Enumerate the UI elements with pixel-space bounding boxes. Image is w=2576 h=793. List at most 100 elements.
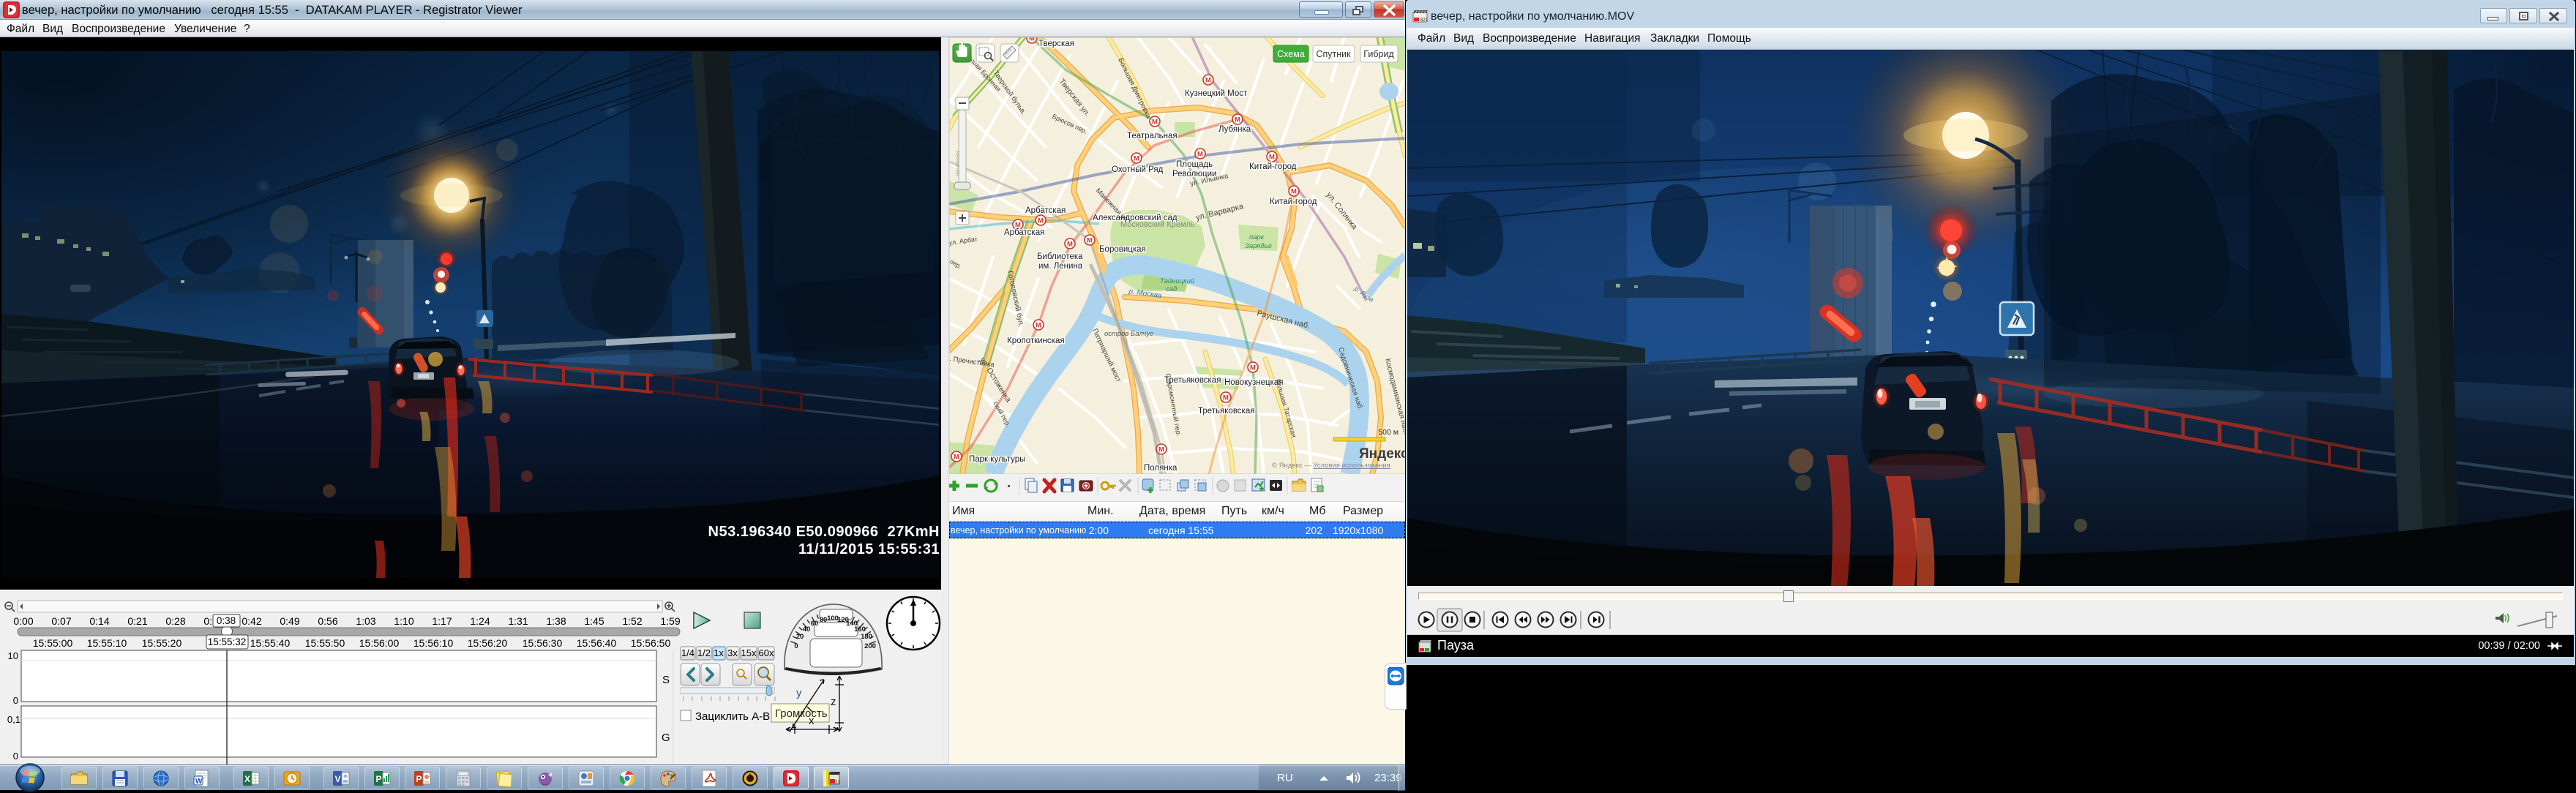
svg-text:N53.196340 E50.090966 27KmH: N53.196340 E50.090966 27KmH: [708, 524, 940, 540]
svg-text:Китай-город: Китай-город: [1249, 162, 1297, 171]
svg-text:S: S: [662, 674, 670, 686]
svg-text:М: М: [1205, 77, 1211, 85]
svg-text:© Яндекс — Условия использован: © Яндекс — Условия использования: [1272, 462, 1390, 470]
svg-text:15:56:10: 15:56:10: [413, 637, 454, 649]
svg-text:1:38: 1:38: [546, 615, 566, 627]
svg-text:остров Балчуг: остров Балчуг: [1104, 330, 1153, 338]
svg-text:P: P: [376, 774, 382, 784]
svg-text:Площадь: Площадь: [1176, 160, 1213, 169]
svg-text:21: 21: [835, 781, 840, 785]
svg-text:М: М: [1038, 217, 1044, 225]
svg-text:500 м: 500 м: [1378, 428, 1399, 437]
svg-text:Тверская: Тверская: [1038, 40, 1074, 48]
svg-text:Китай-город: Китай-город: [1270, 198, 1317, 206]
svg-text:1:03: 1:03: [356, 615, 375, 627]
svg-text:60: 60: [811, 620, 819, 628]
svg-text:0: 0: [794, 642, 798, 650]
svg-text:0:56: 0:56: [318, 615, 337, 627]
svg-text:1:17: 1:17: [432, 615, 452, 627]
svg-text:ннннннн: ннннннн: [954, 151, 961, 176]
svg-text:180: 180: [861, 633, 872, 641]
svg-text:Арбатская: Арбатская: [1025, 206, 1066, 215]
svg-text:М: М: [1250, 364, 1256, 372]
svg-text:М: М: [1223, 394, 1229, 402]
svg-text:М: М: [1235, 116, 1240, 124]
svg-text:15:56:40: 15:56:40: [577, 637, 617, 649]
svg-text:15:56:20: 15:56:20: [468, 637, 508, 649]
svg-text:Схема: Схема: [1277, 49, 1305, 59]
svg-text:1:45: 1:45: [584, 615, 604, 627]
svg-text:1:59: 1:59: [660, 615, 680, 627]
svg-text:М: М: [1269, 154, 1275, 162]
svg-text:0:28: 0:28: [165, 615, 185, 627]
svg-text:сад: сад: [1166, 285, 1177, 293]
svg-text:1:24: 1:24: [470, 615, 490, 627]
svg-text:М: М: [1158, 446, 1164, 454]
svg-text:0:38: 0:38: [217, 615, 236, 626]
svg-text:0:49: 0:49: [280, 615, 299, 627]
svg-text:15x: 15x: [741, 647, 757, 658]
svg-text:15:55:10: 15:55:10: [87, 637, 127, 649]
svg-text:0:14: 0:14: [89, 615, 109, 627]
svg-text:Лубянка: Лубянка: [1218, 125, 1251, 134]
svg-text:10: 10: [8, 650, 18, 661]
svg-text:Московский Кремль: Московский Кремль: [1120, 220, 1195, 229]
svg-text:М: М: [1197, 151, 1203, 159]
svg-text:им. Ленина: им. Ленина: [1038, 262, 1083, 271]
svg-text:z: z: [831, 696, 836, 708]
svg-text:Боровицкая: Боровицкая: [1099, 245, 1146, 254]
svg-text:Яндекс: Яндекс: [1359, 446, 1405, 462]
svg-text:15:55:20: 15:55:20: [142, 637, 182, 649]
svg-text:Полянка: Полянка: [1144, 464, 1177, 473]
svg-text:0:21: 0:21: [127, 615, 147, 627]
svg-text:Арбатская: Арбатская: [1004, 228, 1044, 237]
svg-text:11/11/2015 15:55:31: 11/11/2015 15:55:31: [798, 541, 940, 557]
svg-text:М: М: [1134, 155, 1139, 163]
svg-text:Кузнецкий Мост: Кузнецкий Мост: [1185, 89, 1248, 98]
svg-text:1/4: 1/4: [681, 647, 694, 658]
svg-text:V: V: [335, 774, 341, 784]
svg-text:М: М: [1029, 37, 1035, 43]
svg-text:Гибрид: Гибрид: [1363, 49, 1394, 59]
svg-text:1x: 1x: [714, 647, 724, 658]
svg-text:80: 80: [820, 616, 828, 624]
svg-text:Зациклить A-B: Зациклить A-B: [695, 710, 770, 723]
svg-text:М: М: [1036, 322, 1041, 330]
svg-text:15:55:00: 15:55:00: [33, 637, 73, 649]
svg-text:1:31: 1:31: [508, 615, 528, 627]
svg-text:Библиотека: Библиотека: [1037, 252, 1083, 261]
svg-text:М: М: [1152, 119, 1158, 127]
svg-text:0:00: 0:00: [13, 615, 33, 627]
svg-text:20: 20: [796, 633, 804, 641]
svg-text:40: 40: [803, 625, 811, 634]
svg-text:Третьяковская: Третьяковская: [1198, 407, 1254, 416]
svg-text:Зарядье: Зарядье: [1245, 242, 1272, 250]
svg-text:М: М: [1291, 188, 1297, 196]
svg-text:15:56:30: 15:56:30: [523, 637, 563, 649]
svg-text:парк: парк: [1249, 233, 1265, 241]
svg-text:Охотный Ряд: Охотный Ряд: [1112, 165, 1164, 174]
svg-text:М: М: [954, 454, 959, 462]
svg-text:X: X: [244, 774, 250, 784]
svg-text:Тайницкий: Тайницкий: [1160, 277, 1195, 285]
svg-text:15:56:00: 15:56:00: [359, 637, 400, 649]
svg-text:15:55:40: 15:55:40: [250, 637, 291, 649]
svg-text:P: P: [416, 774, 422, 784]
svg-text:1/2: 1/2: [697, 647, 711, 658]
svg-text:3x: 3x: [727, 647, 738, 658]
svg-text:Театральная: Театральная: [1127, 132, 1177, 140]
svg-text:0:42: 0:42: [242, 615, 261, 627]
svg-text:W: W: [195, 778, 203, 786]
svg-text:G: G: [662, 732, 670, 744]
svg-text:0:07: 0:07: [51, 615, 71, 627]
svg-text:Кропоткинская: Кропоткинская: [1007, 337, 1065, 345]
svg-text:321: 321: [1420, 18, 1429, 23]
svg-text:0,1: 0,1: [7, 714, 20, 725]
svg-text:15:55:50: 15:55:50: [305, 637, 345, 649]
svg-text:y: y: [796, 687, 802, 699]
svg-text:1:52: 1:52: [622, 615, 642, 627]
svg-text:15:55:32: 15:55:32: [208, 636, 247, 647]
svg-text:1:10: 1:10: [394, 615, 413, 627]
svg-text:М: М: [1087, 237, 1093, 245]
svg-text:x: x: [809, 715, 815, 727]
